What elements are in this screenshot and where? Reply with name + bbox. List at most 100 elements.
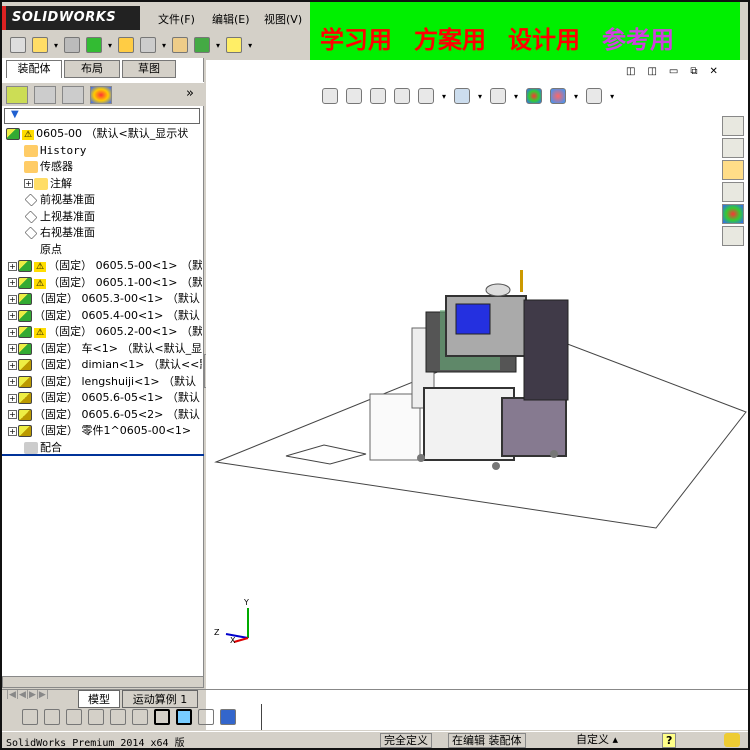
display-manager-icon[interactable]: [90, 86, 112, 104]
tree-item[interactable]: + ⚠ （固定） 0605.1-00<1> （默: [2, 275, 202, 292]
tile-icon[interactable]: ◫: [626, 66, 635, 77]
rebuild-icon[interactable]: [22, 709, 38, 725]
tree-item[interactable]: + （固定） 0605.6-05<1> （默认: [2, 390, 202, 407]
horizontal-scrollbar[interactable]: [2, 676, 204, 688]
tree-item[interactable]: + 注解: [2, 176, 202, 193]
zoom-to-area-icon[interactable]: [346, 88, 362, 104]
table-icon[interactable]: [110, 709, 126, 725]
tree-item[interactable]: 上视基准面: [2, 209, 202, 226]
graphics-viewport[interactable]: ◫ ◫ ▭ ⧉ ✕ Y Z X: [206, 60, 748, 730]
display-style-icon[interactable]: [454, 88, 471, 104]
zoom-to-fit-icon[interactable]: [322, 88, 338, 104]
tab-layout[interactable]: 布局: [64, 60, 120, 78]
assembly-features-icon[interactable]: [194, 37, 211, 53]
tree-filter[interactable]: ▼: [4, 108, 200, 124]
tree-item[interactable]: + （固定） 0605.4-00<1> （默认: [2, 308, 202, 325]
expand-icon[interactable]: +: [8, 327, 17, 337]
expand-icon[interactable]: +: [8, 426, 17, 436]
tree-item[interactable]: 原点: [2, 242, 202, 259]
dropdown-arrow-icon[interactable]: ▾: [162, 41, 166, 50]
solidworks-logo[interactable]: SOLIDWORKS: [2, 6, 140, 30]
grid-icon[interactable]: [198, 709, 214, 725]
menu-edit[interactable]: 编辑(E): [212, 11, 250, 27]
menu-file[interactable]: 文件(F): [158, 11, 195, 27]
move-component-icon[interactable]: [140, 37, 157, 53]
feature-manager-icon[interactable]: [6, 86, 28, 104]
unit-system-button[interactable]: 自定义 ▴: [542, 733, 652, 748]
view-palette-icon[interactable]: [722, 182, 744, 202]
dropdown-arrow-icon[interactable]: ▾: [108, 41, 112, 50]
design-library-icon[interactable]: [722, 138, 744, 158]
shaded-icon[interactable]: [44, 709, 60, 725]
reference-geometry-icon[interactable]: [226, 37, 243, 53]
tab-scroll-arrows[interactable]: |◀|◀|▶|▶|: [6, 690, 49, 700]
tag-icon[interactable]: [724, 733, 740, 747]
expand-icon[interactable]: +: [8, 377, 17, 386]
tree-item[interactable]: + （固定） dimian<1> （默认<<默: [2, 357, 202, 374]
tree-item[interactable]: + （固定） 零件1^0605-00<1> （: [2, 423, 202, 440]
view-orientation-icon[interactable]: [418, 88, 434, 104]
appearances-icon[interactable]: [722, 204, 744, 224]
expand-more-button[interactable]: »: [186, 86, 194, 101]
dropdown-arrow-icon[interactable]: ▾: [216, 41, 220, 50]
expand-icon[interactable]: +: [8, 393, 17, 403]
expand-icon[interactable]: +: [8, 294, 17, 304]
rollback-bar[interactable]: [2, 454, 204, 456]
tree-item[interactable]: + ⚠ （固定） 0605.5-00<1> （默: [2, 258, 202, 275]
show-hidden-icon[interactable]: [172, 37, 189, 53]
render-icon[interactable]: [220, 709, 236, 725]
swap-icon[interactable]: [132, 709, 148, 725]
tab-sketch[interactable]: 草图: [122, 60, 176, 78]
expand-icon[interactable]: +: [24, 179, 33, 188]
tree-item[interactable]: + （固定） 车<1> （默认<默认_显: [2, 341, 202, 358]
list-icon[interactable]: [88, 709, 104, 725]
tree-item[interactable]: 右视基准面: [2, 225, 202, 242]
tile-icon[interactable]: ◫: [647, 66, 656, 77]
new-icon[interactable]: [10, 37, 26, 53]
box-view-icon[interactable]: [176, 709, 192, 725]
tree-item[interactable]: + （固定） 0605.3-00<1> （默认: [2, 291, 202, 308]
dropdown-arrow-icon[interactable]: ▾: [574, 92, 578, 101]
expand-icon[interactable]: +: [8, 360, 17, 370]
tree-item[interactable]: + ⚠ （固定） 0605.2-00<1> （默: [2, 324, 202, 341]
help-button[interactable]: ?: [662, 733, 677, 748]
smart-fastener-icon[interactable]: [118, 37, 135, 53]
expand-icon[interactable]: +: [8, 261, 17, 271]
expand-icon[interactable]: +: [8, 410, 17, 419]
tree-item[interactable]: ⚠ 0605-00 （默认<默认_显示状: [2, 126, 202, 143]
file-explorer-icon[interactable]: [722, 160, 744, 180]
pattern-icon[interactable]: [86, 37, 103, 53]
axis-icon[interactable]: [154, 709, 170, 725]
home-icon[interactable]: [722, 116, 744, 136]
close-icon[interactable]: ✕: [710, 66, 718, 77]
tree-item[interactable]: + （固定） 0605.6-05<2> （默认: [2, 407, 202, 424]
tab-assembly[interactable]: 装配体: [6, 60, 62, 78]
restore-icon[interactable]: ⧉: [690, 66, 697, 77]
tree-item[interactable]: 前视基准面: [2, 192, 202, 209]
expand-icon[interactable]: +: [8, 344, 17, 353]
property-manager-icon[interactable]: [34, 86, 56, 104]
dropdown-arrow-icon[interactable]: ▾: [478, 92, 482, 101]
edit-appearance-icon[interactable]: [526, 88, 543, 104]
minimize-icon[interactable]: ▭: [669, 66, 678, 77]
menu-view[interactable]: 视图(V): [264, 11, 302, 27]
appearance-icon[interactable]: [66, 709, 82, 725]
apply-scene-icon[interactable]: [550, 88, 567, 104]
expand-icon[interactable]: +: [8, 311, 17, 320]
dropdown-arrow-icon[interactable]: ▾: [610, 92, 614, 101]
dropdown-arrow-icon[interactable]: ▾: [514, 92, 518, 101]
dropdown-arrow-icon[interactable]: ▾: [248, 41, 252, 50]
section-view-icon[interactable]: [394, 88, 410, 104]
tree-item[interactable]: History: [2, 143, 202, 160]
tree-item[interactable]: + （固定） lengshuiji<1> （默认: [2, 374, 202, 391]
custom-properties-icon[interactable]: [722, 226, 744, 246]
expand-icon[interactable]: +: [8, 278, 17, 287]
configuration-manager-icon[interactable]: [62, 86, 84, 104]
dropdown-arrow-icon[interactable]: ▾: [54, 41, 58, 50]
hide-show-icon[interactable]: [490, 88, 507, 104]
tree-item[interactable]: 传感器: [2, 159, 202, 176]
insert-component-icon[interactable]: [32, 37, 48, 53]
view-settings-icon[interactable]: [586, 88, 603, 104]
mate-icon[interactable]: [64, 37, 81, 53]
previous-view-icon[interactable]: [370, 88, 386, 104]
